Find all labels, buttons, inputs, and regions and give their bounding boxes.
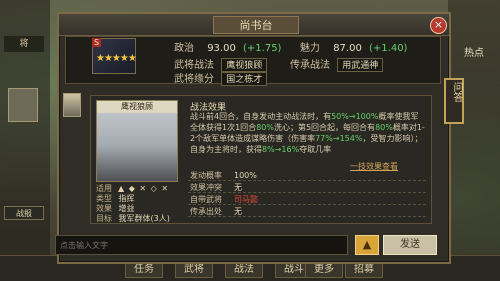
politics-bonus: (+1.75) bbox=[243, 43, 282, 54]
chat-user-avatar[interactable] bbox=[63, 93, 81, 117]
meta-value: 增益 bbox=[118, 204, 135, 213]
expand-up-button[interactable]: ▲ bbox=[355, 235, 379, 255]
desc-text: 洗心；第5回合起，每回合有 bbox=[273, 123, 376, 132]
prop-row: 自带武将 司马懿 bbox=[188, 194, 426, 205]
rarity-badge: S bbox=[92, 38, 102, 47]
charm-bonus: (+1.40) bbox=[369, 43, 408, 54]
right-panel bbox=[448, 0, 500, 281]
prop-key: 效果冲突 bbox=[190, 183, 222, 192]
left-tag-report[interactable]: 战报 bbox=[4, 206, 44, 220]
inherit-tactic-value[interactable]: 用武通神 bbox=[337, 58, 384, 72]
desc-text: 战斗前4回合，自身发动主动战法时，有 bbox=[190, 112, 332, 121]
right-label-hot[interactable]: 热点 bbox=[456, 44, 492, 59]
tab-qa[interactable]: 问答 bbox=[444, 78, 464, 124]
desc-text: 夺取几率 bbox=[299, 145, 332, 154]
politics-label: 政治 bbox=[174, 43, 194, 54]
chat-input[interactable] bbox=[55, 235, 348, 255]
prop-value[interactable]: 司马懿 bbox=[234, 194, 258, 205]
desc-highlight: 80% bbox=[256, 123, 274, 132]
meta-value: 指挥 bbox=[118, 194, 135, 203]
left-tag-general[interactable]: 将 bbox=[4, 36, 44, 52]
tab-qa-label: 问答 bbox=[451, 82, 462, 102]
desc-highlight: 50%→100% bbox=[331, 112, 379, 121]
fate-value[interactable]: 国之栋才 bbox=[221, 72, 268, 86]
desc-highlight: 77%→154% bbox=[315, 134, 363, 143]
stat-charm: 魅力 87.00 (+1.40) bbox=[300, 39, 407, 54]
politics-value: 93.00 bbox=[207, 43, 236, 54]
troop-type-icons: ▲ ◆ ✕ ◇ ✕ bbox=[118, 184, 170, 193]
fate-row: 武将缘分 国之栋才 bbox=[174, 70, 268, 86]
effect-description: 战斗前4回合，自身发动主动战法时，有50%→100%概率使我军全体获得1次1回合… bbox=[190, 111, 426, 155]
send-button[interactable]: 发送 bbox=[383, 235, 437, 255]
meta-target: 目标 我军群体(3人) bbox=[96, 213, 170, 224]
charm-value: 87.00 bbox=[333, 43, 362, 54]
prop-value: 无 bbox=[234, 207, 242, 216]
desc-highlight: 80% bbox=[375, 123, 393, 132]
prop-key: 发动概率 bbox=[190, 171, 222, 180]
meta-key: 目标 bbox=[96, 214, 112, 223]
tactic-art: 鹰视狼顾 bbox=[96, 100, 178, 182]
prop-row: 发动概率 100% bbox=[188, 170, 426, 181]
tactic-art-title: 鹰视狼顾 bbox=[97, 101, 177, 113]
stat-politics: 政治 93.00 (+1.75) bbox=[174, 39, 281, 54]
prop-key: 自带武将 bbox=[190, 195, 222, 204]
left-avatar[interactable] bbox=[8, 88, 38, 122]
hero-stars: ★★★★★ bbox=[96, 53, 137, 64]
prop-value: 无 bbox=[234, 183, 242, 192]
meta-value: 我军群体(3人) bbox=[118, 214, 170, 223]
desc-highlight: 8%→16% bbox=[262, 145, 300, 154]
charm-label: 魅力 bbox=[300, 43, 320, 54]
inherit-tactic-row: 传承战法 用武通神 bbox=[290, 56, 384, 72]
prop-row: 传承出处 无 bbox=[188, 206, 426, 217]
close-button[interactable]: × bbox=[430, 17, 447, 34]
fate-label: 武将缘分 bbox=[174, 74, 214, 85]
prop-row: 效果冲突 无 bbox=[188, 182, 426, 193]
inherit-tactic-label: 传承战法 bbox=[290, 60, 330, 71]
prop-key: 传承出处 bbox=[190, 207, 222, 216]
prop-value: 100% bbox=[234, 171, 257, 180]
dialog-header: 尚书台 × bbox=[59, 14, 449, 36]
dialog-title: 尚书台 bbox=[213, 16, 299, 34]
